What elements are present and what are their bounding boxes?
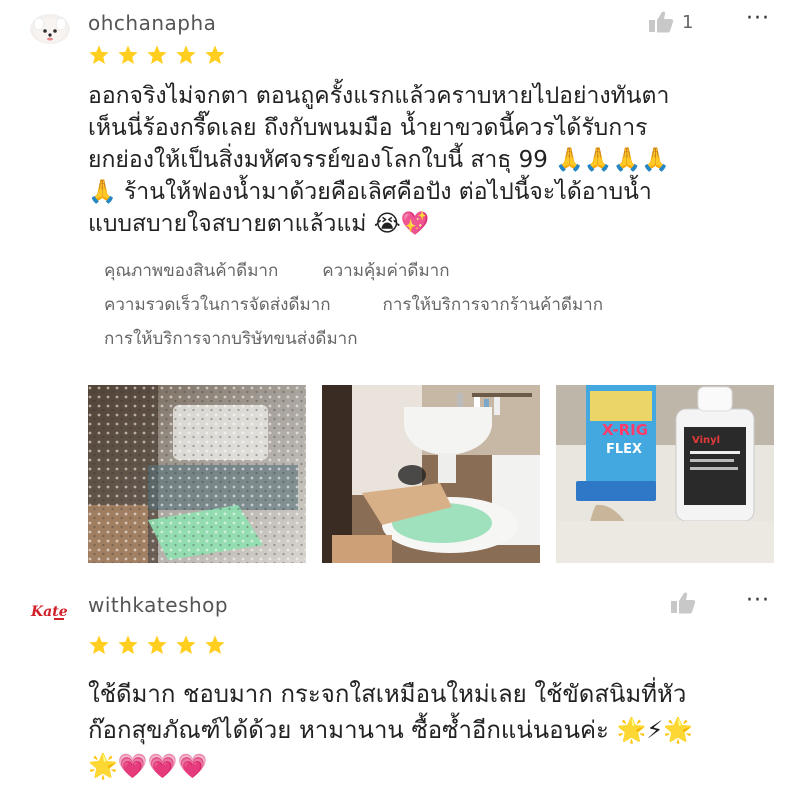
username[interactable]: ohchanapha: [88, 11, 216, 35]
tag-delivery-speed: ความรวดเร็วในการจัดส่งดีมาก: [104, 295, 331, 315]
star-icon: [176, 45, 196, 64]
review-1: ohchanapha 1 ··· ออกจริงไม่จกตา ตอนถูครั…: [0, 0, 800, 580]
review-photo-2[interactable]: [322, 385, 540, 563]
thumbs-up-icon: [671, 592, 696, 614]
shop-logo-text: Kate: [30, 604, 68, 620]
star-icon: [118, 635, 138, 654]
more-options-icon[interactable]: ···: [746, 588, 770, 613]
star-icon: [205, 635, 225, 654]
star-icon: [147, 635, 167, 654]
review-comment: ใช้ดีมาก ชอบมาก กระจกใสเหมือนใหม่เลย ใช้…: [88, 676, 778, 784]
star-icon: [147, 45, 167, 64]
thumbs-up-icon: [649, 11, 674, 33]
tag-courier-service: การให้บริการจากบริษัทขนส่งดีมาก: [104, 329, 358, 349]
comment-line: ก๊อกสุขภัณฑ์ได้ด้วย หามานาน ซื้อซ้ำอีกแน…: [88, 716, 694, 744]
svg-text:X-RIG: X-RIG: [602, 421, 648, 439]
user-avatar[interactable]: [30, 14, 70, 44]
comment-line: ยกย่องให้เป็นสิ่งมหัศจรรย์ของโลกใบนี้ สา…: [88, 147, 670, 173]
like-button[interactable]: 1: [648, 10, 693, 34]
shop-avatar[interactable]: Kate: [28, 595, 72, 625]
comment-line: ออกจริงไม่จกตา ตอนถูครั้งแรกแล้วคราบหายไ…: [88, 83, 670, 109]
svg-text:FLEX: FLEX: [606, 442, 642, 457]
star-icon: [89, 635, 109, 654]
review-photos: X-RIG FLEX Vinyl: [88, 385, 774, 563]
rating-stars: [88, 634, 226, 656]
review-2: Kate withkateshop ··· ใช้ดีมาก ชอบมาก กร…: [0, 582, 800, 800]
tag-product-quality: คุณภาพของสินค้าดีมาก: [104, 261, 279, 281]
star-icon: [205, 45, 225, 64]
rating-stars: [88, 44, 226, 66]
review-photo-1[interactable]: [88, 385, 306, 563]
username[interactable]: withkateshop: [88, 593, 228, 617]
comment-line: 🌟💗💗💗: [88, 752, 208, 780]
review-comment: ออกจริงไม่จกตา ตอนถูครั้งแรกแล้วคราบหายไ…: [88, 80, 778, 240]
comment-line: เห็นนี่ร้องกรี๊ดเลย ถึงกับพนมมือ น้ำยาขว…: [88, 115, 648, 141]
like-button[interactable]: [670, 591, 704, 615]
star-icon: [118, 45, 138, 64]
review-tags: คุณภาพของสินค้าดีมาก ความคุ้มค่าดีมาก คว…: [104, 257, 603, 359]
star-icon: [176, 635, 196, 654]
tag-shop-service: การให้บริการจากร้านค้าดีมาก: [382, 295, 603, 315]
star-icon: [89, 45, 109, 64]
product-label: Vinyl: [692, 435, 720, 446]
more-options-icon[interactable]: ···: [746, 6, 770, 31]
comment-line: แบบสบายใจสบายตาแล้วแม่ 😭💖: [88, 211, 430, 237]
comment-line: 🙏 ร้านให้ฟองน้ำมาด้วยคือเลิศคือปัง ต่อไป…: [88, 179, 652, 205]
review-photo-3[interactable]: X-RIG FLEX Vinyl: [556, 385, 774, 563]
comment-line: ใช้ดีมาก ชอบมาก กระจกใสเหมือนใหม่เลย ใช้…: [88, 680, 687, 708]
tag-value: ความคุ้มค่าดีมาก: [322, 261, 450, 281]
like-count: 1: [682, 11, 694, 33]
